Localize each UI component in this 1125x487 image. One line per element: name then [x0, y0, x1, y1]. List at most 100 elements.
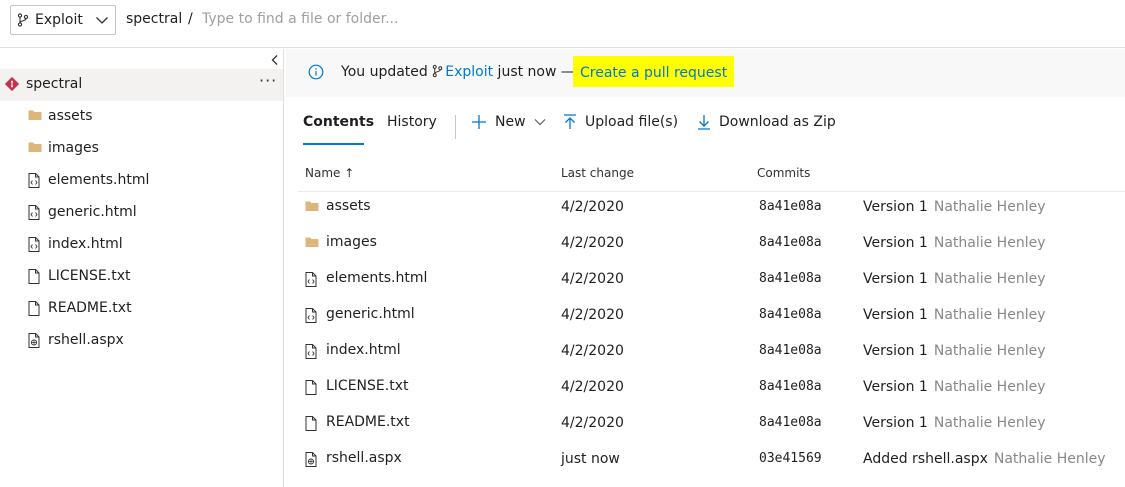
row-last-change: 4/2/2020	[561, 379, 624, 395]
row-file-name[interactable]: images	[326, 234, 377, 250]
tree-item-label: LICENSE.txt	[48, 268, 131, 284]
row-message-text: Version 1	[863, 379, 928, 395]
download-zip-label: Download as Zip	[719, 114, 836, 130]
row-author: Nathalie Henley	[933, 271, 1046, 287]
tree-item-label: rshell.aspx	[48, 332, 124, 348]
row-commit-id[interactable]: 8a41e08a	[759, 343, 822, 358]
branch-name: Exploit	[35, 12, 83, 28]
row-message-text: Version 1	[863, 307, 928, 323]
upload-files-label: Upload file(s)	[585, 114, 679, 130]
row-last-change: 4/2/2020	[561, 235, 624, 251]
row-author: Nathalie Henley	[993, 451, 1106, 467]
row-message-text: Version 1	[863, 415, 928, 431]
upload-icon	[563, 114, 577, 130]
more-options-icon[interactable]: ···	[259, 71, 277, 90]
text-file-icon	[28, 269, 40, 284]
info-icon	[308, 64, 324, 80]
banner-suffix: just now —	[493, 64, 575, 80]
download-zip-button[interactable]: Download as Zip	[697, 114, 836, 130]
tree-item[interactable]: LICENSE.txt	[0, 261, 283, 293]
code-file-icon	[305, 308, 317, 323]
row-file-name[interactable]: README.txt	[326, 414, 410, 430]
row-file-name[interactable]: elements.html	[326, 270, 427, 286]
chevron-down-icon	[95, 15, 109, 25]
row-commit-id[interactable]: 8a41e08a	[759, 235, 822, 250]
row-message-text: Version 1	[863, 199, 928, 215]
row-last-change: 4/2/2020	[561, 271, 624, 287]
code-file-icon	[28, 173, 40, 188]
row-commit-id[interactable]: 03e41569	[759, 451, 822, 466]
row-file-name[interactable]: LICENSE.txt	[326, 378, 408, 394]
new-button-label: New	[495, 114, 526, 130]
breadcrumb-repo[interactable]: spectral	[126, 11, 182, 27]
tree-root-repo[interactable]: spectral ···	[0, 69, 283, 101]
repo-icon	[5, 77, 19, 91]
table-row[interactable]: images 4/2/2020 8a41e08a Version 1 Nathal…	[298, 226, 1125, 262]
branch-selector[interactable]: Exploit	[10, 5, 116, 35]
row-commit-id[interactable]: 8a41e08a	[759, 307, 822, 322]
table-row[interactable]: index.html 4/2/2020 8a41e08a Version 1 Na…	[298, 334, 1125, 370]
tree-item[interactable]: images	[0, 133, 283, 165]
row-file-name[interactable]: assets	[326, 198, 371, 214]
row-message-text: Version 1	[863, 343, 928, 359]
row-author: Nathalie Henley	[933, 415, 1046, 431]
new-button[interactable]: New	[471, 114, 546, 130]
tab-history[interactable]: History	[387, 114, 437, 130]
table-row[interactable]: rshell.aspx just now 03e41569 Added rshe…	[298, 442, 1125, 478]
table-row[interactable]: README.txt 4/2/2020 8a41e08a Version 1 Na…	[298, 406, 1125, 442]
row-file-name[interactable]: generic.html	[326, 306, 415, 322]
row-commit-message: Version 1 Nathalie Henley	[863, 379, 1045, 395]
code-file-icon	[28, 205, 40, 220]
top-bar: Exploit spectral /	[0, 0, 1125, 48]
table-row[interactable]: assets 4/2/2020 8a41e08a Version 1 Nathal…	[298, 190, 1125, 226]
web-file-icon	[28, 333, 40, 348]
branch-icon	[17, 13, 29, 27]
row-last-change: 4/2/2020	[561, 199, 624, 215]
branch-icon	[433, 64, 443, 78]
row-author: Nathalie Henley	[933, 235, 1046, 251]
row-commit-message: Version 1 Nathalie Henley	[863, 199, 1045, 215]
row-message-text: Version 1	[863, 271, 928, 287]
row-commit-id[interactable]: 8a41e08a	[759, 379, 822, 394]
row-file-name[interactable]: index.html	[326, 342, 401, 358]
text-file-icon	[305, 380, 317, 395]
row-commit-id[interactable]: 8a41e08a	[759, 271, 822, 286]
update-banner: You updated Exploit just now — Create a …	[286, 49, 1125, 97]
tree-item[interactable]: assets	[0, 101, 283, 133]
collapse-sidebar-chevron-left-icon[interactable]	[268, 53, 282, 67]
row-commit-id[interactable]: 8a41e08a	[759, 415, 822, 430]
upload-files-button[interactable]: Upload file(s)	[563, 114, 678, 130]
file-tree-sidebar: spectral ··· assets images elements.html…	[0, 49, 284, 487]
code-file-icon	[305, 344, 317, 359]
tree-item[interactable]: README.txt	[0, 293, 283, 325]
row-commit-id[interactable]: 8a41e08a	[759, 199, 822, 214]
code-file-icon	[305, 272, 317, 287]
row-author: Nathalie Henley	[933, 199, 1046, 215]
row-file-name[interactable]: rshell.aspx	[326, 450, 402, 466]
tree-item-label: assets	[48, 108, 93, 124]
table-row[interactable]: elements.html 4/2/2020 8a41e08a Version …	[298, 262, 1125, 298]
banner-message: You updated Exploit just now —	[341, 64, 575, 80]
banner-branch-link[interactable]: Exploit	[432, 64, 493, 80]
tree-item[interactable]: elements.html	[0, 165, 283, 197]
column-header-last-change: Last change	[561, 166, 634, 180]
toolbar-divider	[455, 115, 456, 139]
row-commit-message: Version 1 Nathalie Henley	[863, 343, 1045, 359]
create-pull-request-link[interactable]: Create a pull request	[573, 56, 735, 87]
tree-item[interactable]: rshell.aspx	[0, 325, 283, 357]
row-author: Nathalie Henley	[933, 379, 1046, 395]
text-file-icon	[305, 416, 317, 431]
tree-item[interactable]: index.html	[0, 229, 283, 261]
table-row[interactable]: generic.html 4/2/2020 8a41e08a Version 1…	[298, 298, 1125, 334]
tree-item-label: README.txt	[48, 300, 132, 316]
download-icon	[697, 114, 711, 130]
file-search-input[interactable]	[202, 6, 602, 32]
row-author: Nathalie Henley	[933, 307, 1046, 323]
table-row[interactable]: LICENSE.txt 4/2/2020 8a41e08a Version 1 N…	[298, 370, 1125, 406]
row-message-text: Added rshell.aspx	[863, 451, 988, 467]
column-header-name[interactable]: Name ↑	[305, 166, 354, 180]
active-tab-indicator	[303, 143, 364, 145]
tab-contents[interactable]: Contents	[303, 114, 374, 130]
tree-item[interactable]: generic.html	[0, 197, 283, 229]
row-commit-message: Added rshell.aspx Nathalie Henley	[863, 451, 1106, 467]
